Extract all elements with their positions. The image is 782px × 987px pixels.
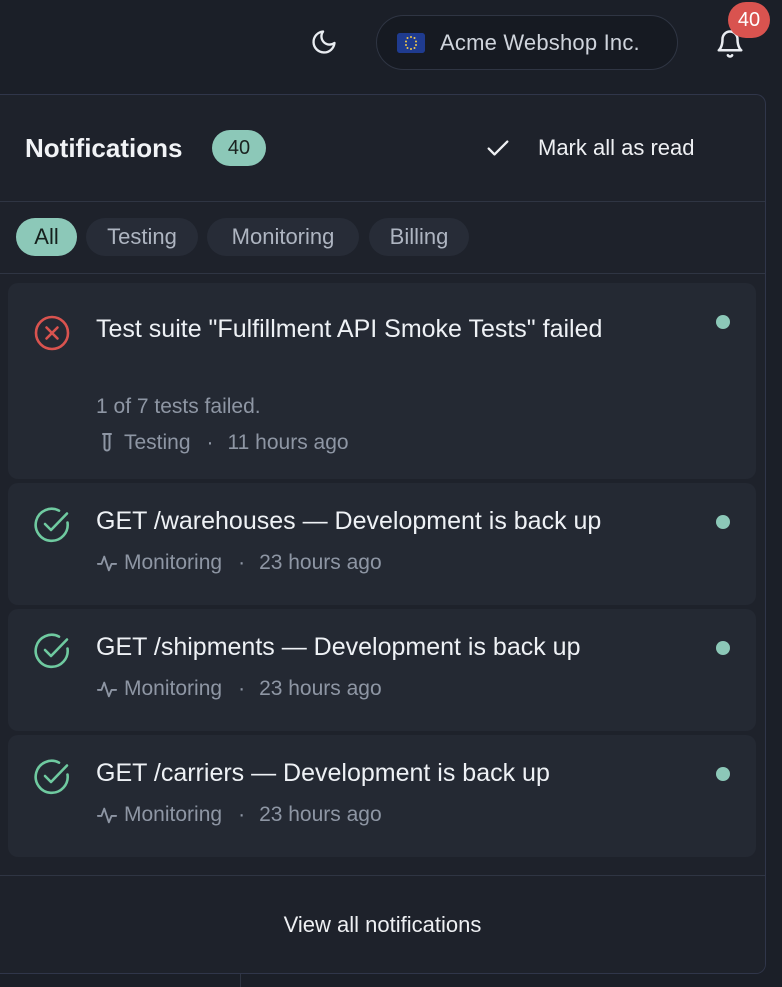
notification-time: 11 hours ago [227,431,349,454]
filter-tab-monitoring[interactable]: Monitoring [207,218,359,256]
notification-category: Testing [124,431,191,454]
notification-count-badge: 40 [728,2,770,38]
filter-tab-testing[interactable]: Testing [86,218,198,256]
notification-category: Monitoring [124,551,223,574]
view-all-label: View all notifications [283,911,482,937]
notification-category: Monitoring [124,803,223,826]
notification-meta: Monitoring · 23 hours ago [96,677,382,701]
mark-all-read-button[interactable]: Mark all as read [480,125,740,171]
meta-separator: · [238,677,246,700]
eu-flag-icon [397,32,425,53]
notification-category: Monitoring [124,677,223,700]
notification-item[interactable]: GET /carriers — Development is back up M… [8,735,756,857]
top-bar: Acme Webshop Inc. 40 [0,0,782,90]
unread-indicator [716,515,730,529]
check-icon [480,130,516,166]
notification-title: GET /shipments — Development is back up [96,633,581,661]
unread-indicator [716,767,730,781]
success-check-circle-icon [32,505,72,545]
view-all-notifications-button[interactable]: View all notifications [0,875,765,973]
notification-time: 23 hours ago [259,803,382,826]
notification-title: Test suite "Fulfillment API Smoke Tests"… [96,315,603,343]
notification-meta: Testing · 11 hours ago [96,431,349,455]
panel-header: Notifications 40 Mark all as read [0,95,765,202]
unread-count-badge: 40 [212,130,266,166]
notification-item[interactable]: Test suite "Fulfillment API Smoke Tests"… [8,283,756,479]
page-background [0,974,782,987]
pulse-icon [96,677,118,701]
pulse-icon [96,551,118,575]
organization-switcher[interactable]: Acme Webshop Inc. [376,15,678,70]
success-check-circle-icon [32,631,72,671]
notification-time: 23 hours ago [259,677,382,700]
meta-separator: · [206,431,214,454]
unread-indicator [716,315,730,329]
notification-title: GET /warehouses — Development is back up [96,507,602,535]
notification-item[interactable]: GET /warehouses — Development is back up… [8,483,756,605]
filter-tab-billing[interactable]: Billing [369,218,469,256]
test-tube-icon [96,431,118,455]
pulse-icon [96,803,118,827]
filter-tab-all[interactable]: All [16,218,77,256]
notification-meta: Monitoring · 23 hours ago [96,803,382,827]
meta-separator: · [238,803,246,826]
success-check-circle-icon [32,757,72,797]
moon-icon[interactable] [308,26,340,58]
notification-item[interactable]: GET /shipments — Development is back up … [8,609,756,731]
meta-separator: · [238,551,246,574]
notification-meta: Monitoring · 23 hours ago [96,551,382,575]
mark-all-read-label: Mark all as read [538,135,695,160]
unread-indicator [716,641,730,655]
notification-title: GET /carriers — Development is back up [96,759,550,787]
notification-description: 1 of 7 tests failed. [96,395,261,418]
error-circle-icon [32,313,72,353]
notifications-panel: Notifications 40 Mark all as read All Te… [0,94,766,974]
filter-tabs: All Testing Monitoring Billing [0,203,765,274]
panel-title: Notifications [25,133,183,163]
notification-time: 23 hours ago [259,551,382,574]
organization-name: Acme Webshop Inc. [440,29,640,55]
divider [240,974,241,987]
